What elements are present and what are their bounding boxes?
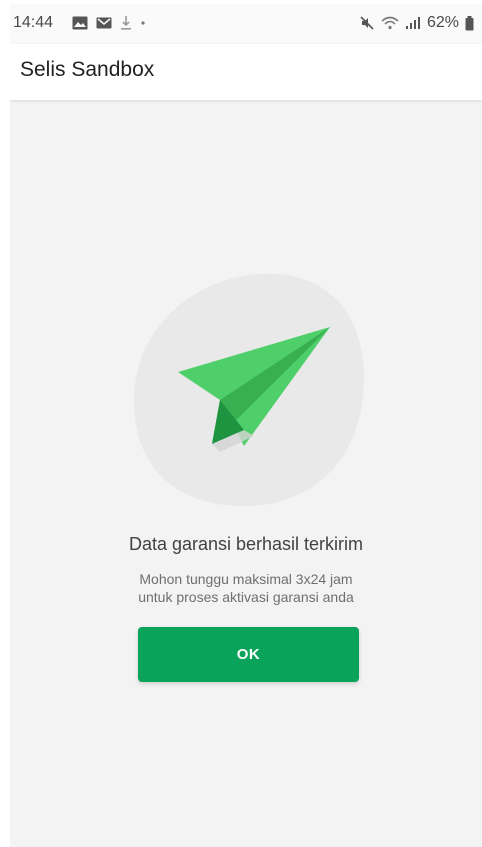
- status-bar: 14:44 62%: [10, 4, 482, 44]
- gallery-icon: [72, 16, 88, 30]
- app-bar: Selis Sandbox: [10, 44, 482, 100]
- gmail-icon: [96, 17, 112, 29]
- mute-icon: [360, 16, 374, 30]
- paper-plane-illustration: [134, 273, 364, 506]
- success-message-line-1: Mohon tunggu maksimal 3x24 jam: [139, 571, 353, 587]
- ok-button[interactable]: OK: [138, 627, 359, 682]
- dot-icon: [141, 21, 145, 25]
- download-icon: [121, 16, 131, 30]
- status-time: 14:44: [13, 14, 54, 31]
- success-message-line-2: untuk proses aktivasi garansi anda: [138, 589, 354, 605]
- status-system-icons: 62%: [359, 14, 474, 32]
- wifi-icon: [381, 16, 399, 30]
- screen: 14:44 62% Selis Sandbox Data garansi ber…: [10, 4, 482, 847]
- battery-icon: [465, 15, 474, 30]
- success-title: Data garansi berhasil terkirim: [128, 534, 364, 554]
- signal-icon: [405, 17, 420, 29]
- status-notification-icons: [72, 15, 146, 31]
- battery-percent: 62%: [426, 14, 459, 31]
- app-title: Selis Sandbox: [20, 58, 155, 81]
- confirmation-content: Data garansi berhasil terkirim Mohon tun…: [10, 100, 482, 847]
- success-message: Mohon tunggu maksimal 3x24 jam untuk pro…: [10, 570, 482, 606]
